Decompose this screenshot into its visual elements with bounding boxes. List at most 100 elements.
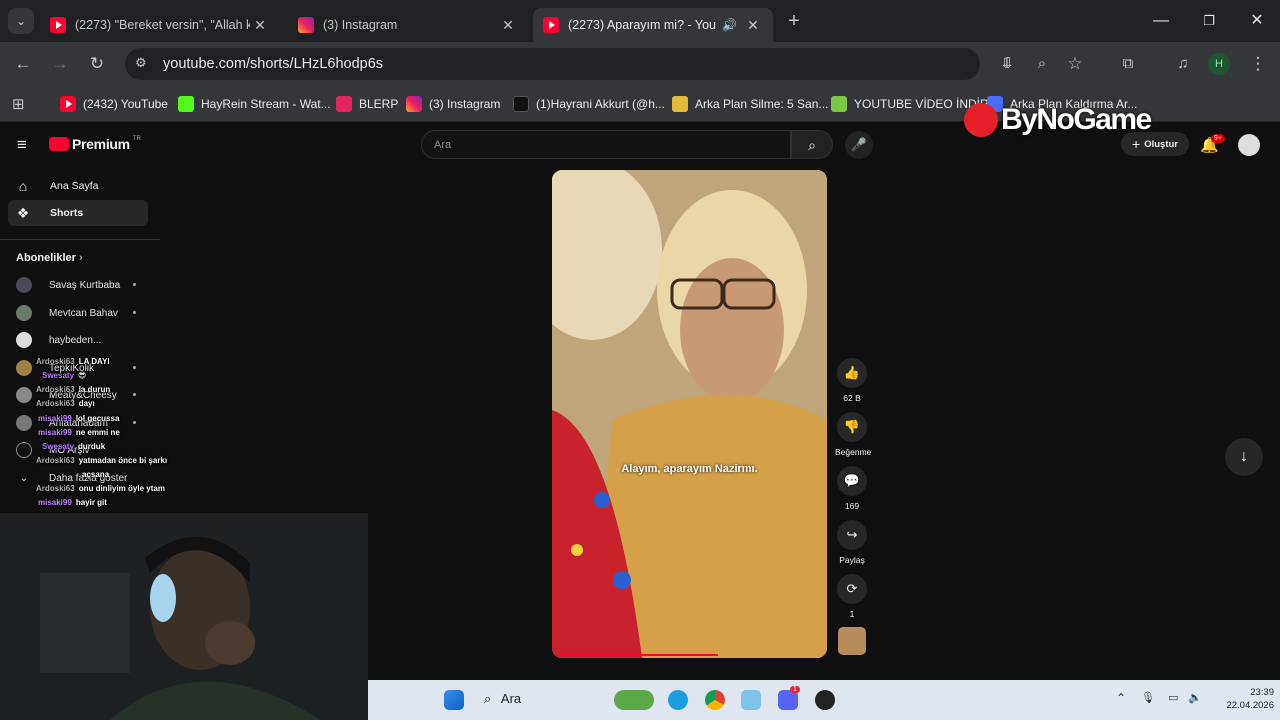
chevron-down-icon: ⌄ (19, 472, 29, 484)
next-video-button[interactable]: ↓ (1225, 438, 1263, 476)
share-button[interactable]: ↪ Paylaş (835, 520, 869, 565)
youtube-icon (60, 96, 76, 112)
kick-icon (178, 96, 194, 112)
reload-icon[interactable]: ↻ (85, 52, 109, 76)
live-dot (133, 366, 136, 369)
taskbar-search[interactable]: ⌕ Ara (484, 691, 521, 707)
search-button[interactable]: ⌕ (791, 130, 833, 159)
dislike-button[interactable]: 👎 Beğenme (835, 412, 871, 457)
like-button[interactable]: 👍 62 B (835, 358, 869, 403)
new-tab-button[interactable]: + (782, 9, 806, 33)
download-icon (831, 96, 847, 112)
search-icon: ⌕ (808, 137, 816, 153)
avatar[interactable] (1238, 134, 1260, 156)
profile-avatar[interactable]: H (1208, 53, 1230, 75)
thumbs-down-icon: 👎 (837, 412, 867, 442)
bookmark-item[interactable]: Arka Plan Silme: 5 San... (672, 94, 828, 114)
tab-youtube-1[interactable]: (2273) "Bereket versin", "Allah kaz ✕ (40, 8, 280, 42)
live-dot (133, 393, 136, 396)
webcam-frame (0, 513, 368, 720)
chevron-right-icon: › (78, 252, 83, 264)
extensions-icon[interactable]: ⧉ (1116, 52, 1140, 76)
channel-avatar (16, 387, 32, 403)
channel-avatar (16, 305, 32, 321)
forward-icon[interactable]: → (48, 52, 72, 76)
live-dot (133, 311, 136, 314)
sidebar-item-shorts[interactable]: ❖ Shorts (8, 200, 148, 226)
address-bar[interactable]: ⚙ youtube.com/shorts/LHzL6hodp6s ⇩ (125, 48, 1012, 80)
close-icon[interactable]: ✕ (498, 17, 518, 34)
url-text: youtube.com/shorts/LHzL6hodp6s (163, 56, 384, 72)
short-video-player[interactable]: Alayım, aparayım Nazirmı. (552, 170, 827, 658)
media-control-icon[interactable]: ♫ (1171, 52, 1195, 76)
restore-button[interactable]: ❐ (1189, 8, 1229, 34)
tab-search-icon[interactable]: ⌄ (8, 8, 34, 34)
sidebar-item-home[interactable]: ⌂ Ana Sayfa (8, 173, 148, 199)
windows-taskbar: ⌕ Ara 1 ⌃ 🎙 ▭ 🔈 23:39 22.04.2026 (368, 680, 1280, 720)
bynogame-logo-icon (964, 103, 998, 137)
chevron-up-icon[interactable]: ⌃ (1116, 691, 1126, 705)
search-input[interactable]: Ara (421, 130, 791, 159)
chrome-icon[interactable] (705, 690, 725, 710)
zoom-icon[interactable]: ⌕ (1030, 52, 1054, 76)
tab-title: (2273) "Bereket versin", "Allah kaz (75, 18, 250, 32)
subscriptions-header[interactable]: Abonelikler › (16, 252, 83, 264)
chat-message: Ardoski63 onu dinliyim öyle ytam (36, 484, 165, 493)
channel-avatar (16, 277, 32, 293)
webcam-feed (0, 513, 368, 720)
network-icon[interactable]: ▭ (1168, 691, 1178, 704)
chat-message: açsana (82, 470, 110, 479)
back-icon[interactable]: ← (11, 52, 35, 76)
remix-icon: ⟳ (837, 574, 867, 604)
tab-youtube-active[interactable]: (2273) Aparayım mi? - YouTub 🔊 ✕ (533, 8, 773, 42)
tab-instagram[interactable]: (3) Instagram ✕ (288, 8, 528, 42)
instagram-icon (298, 17, 314, 33)
subscription-item[interactable]: Savaş Kurtbaba (16, 275, 136, 295)
blerp-icon (336, 96, 352, 112)
bookmark-icon (672, 96, 688, 112)
close-icon[interactable]: ✕ (250, 17, 270, 34)
bookmark-item[interactable]: HayRein Stream - Wat... (178, 94, 331, 114)
windows-start-icon[interactable] (444, 690, 464, 710)
mic-icon[interactable]: 🎙 (1141, 691, 1155, 704)
install-app-icon[interactable]: ⇩ (996, 52, 1020, 76)
remix-button[interactable]: ⟳ 1 (835, 574, 869, 619)
close-window-button[interactable]: ✕ (1237, 8, 1277, 34)
discord-badge: 1 (790, 686, 800, 693)
menu-icon[interactable]: ⋮ (1246, 52, 1270, 76)
video-frame (552, 170, 827, 658)
discord-icon[interactable] (778, 690, 798, 710)
chat-message: Ardoski63 dayı (36, 399, 95, 408)
bookmark-item[interactable]: (2432) YouTube (60, 94, 168, 114)
apps-icon[interactable]: ⊞ (12, 94, 25, 114)
edge-icon[interactable] (668, 690, 688, 710)
app-icon[interactable] (741, 690, 761, 710)
site-info-icon[interactable]: ⚙ (135, 55, 147, 71)
minimize-button[interactable]: — (1141, 8, 1181, 34)
browser-tab-strip: ⌄ (2273) "Bereket versin", "Allah kaz ✕ … (0, 0, 1280, 42)
voice-search-button[interactable]: 🎤 (845, 131, 873, 159)
speaker-icon[interactable]: 🔊 (722, 18, 737, 32)
comment-icon: 💬 (837, 466, 867, 496)
channel-avatar (16, 442, 32, 458)
browser-toolbar: ← → ↻ ⚙ youtube.com/shorts/LHzL6hodp6s ⇩… (0, 42, 1280, 86)
bookmark-item[interactable]: BLERP (336, 94, 398, 114)
tab-title: (2273) Aparayım mi? - YouTub (568, 18, 716, 32)
sound-thumbnail[interactable] (838, 627, 866, 655)
progress-bar[interactable] (558, 654, 718, 656)
shorts-icon: ❖ (16, 204, 30, 221)
chat-message: misaki99 ne emmi ne (38, 428, 120, 437)
thumbs-up-icon: 👍 (837, 358, 867, 388)
obs-icon[interactable] (815, 690, 835, 710)
bookmark-item[interactable]: (1)Hayrani Akkurt (@h... (513, 94, 665, 114)
volume-icon[interactable]: 🔈 (1188, 691, 1202, 704)
clock[interactable]: 23:39 22.04.2026 (1218, 686, 1274, 712)
widgets-icon[interactable] (614, 690, 654, 710)
comments-button[interactable]: 💬 169 (835, 466, 869, 511)
subscription-item[interactable]: haybeden... (16, 330, 101, 350)
subscription-item[interactable]: Mevtcan Bahav (16, 303, 136, 323)
bookmark-item[interactable]: (3) Instagram (406, 94, 500, 114)
chat-message: misaki99 lol gecussa (38, 414, 120, 423)
bookmark-star-icon[interactable]: ☆ (1063, 52, 1087, 76)
close-icon[interactable]: ✕ (743, 17, 763, 34)
